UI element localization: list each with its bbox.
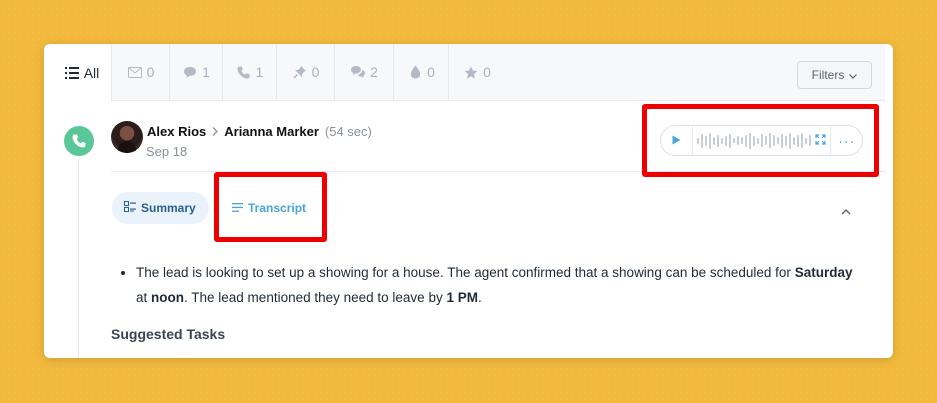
call-date: Sep 18 xyxy=(146,144,188,159)
pin-icon xyxy=(292,64,308,80)
transcript-tab[interactable]: Transcript xyxy=(224,192,324,224)
tab-starred-count: 0 xyxy=(483,64,491,80)
chevron-down-icon xyxy=(844,68,858,82)
play-icon xyxy=(672,132,681,150)
activity-tab-bar: All 0 1 1 0 2 0 0 Filters xyxy=(52,44,885,102)
tab-notes-count: 0 xyxy=(311,64,320,80)
tab-calls[interactable]: 1 xyxy=(223,44,277,101)
call-duration: (54 sec) xyxy=(324,124,372,139)
tab-drips-count: 0 xyxy=(427,64,435,80)
phone-icon xyxy=(236,64,252,80)
phone-icon xyxy=(64,126,94,156)
tab-notes[interactable]: 0 xyxy=(277,44,335,101)
envelope-icon xyxy=(127,64,143,80)
transcript-icon xyxy=(232,201,248,215)
collapse-button[interactable] xyxy=(841,202,851,220)
expand-button[interactable] xyxy=(811,132,831,150)
tab-text-count: 1 xyxy=(202,64,210,80)
tab-conversations-count: 2 xyxy=(370,64,378,80)
expand-icon xyxy=(815,132,826,150)
tab-drips[interactable]: 0 xyxy=(394,44,449,101)
chevron-right-icon xyxy=(212,124,219,139)
tab-all[interactable]: All xyxy=(52,44,112,102)
audio-waveform[interactable] xyxy=(693,126,811,155)
recipient-name[interactable]: Arianna Marker xyxy=(224,124,319,139)
list-icon xyxy=(64,65,80,81)
summary-tab-label: Summary xyxy=(141,201,196,215)
star-icon xyxy=(463,64,479,80)
drop-icon xyxy=(407,64,423,80)
summary-content: The lead is looking to set up a showing … xyxy=(118,260,858,310)
tab-all-label: All xyxy=(83,64,100,81)
ellipsis-icon: ··· xyxy=(838,132,856,149)
tab-conversations[interactable]: 2 xyxy=(335,44,394,101)
divider xyxy=(111,171,885,172)
summary-bullet: The lead is looking to set up a showing … xyxy=(136,260,858,310)
suggested-tasks-heading: Suggested Tasks xyxy=(111,326,226,342)
transcript-tab-label: Transcript xyxy=(248,201,307,215)
tab-email[interactable]: 0 xyxy=(112,44,170,101)
avatar[interactable] xyxy=(111,121,143,153)
play-button[interactable] xyxy=(661,126,693,155)
call-participants: Alex Rios Arianna Marker (54 sec) xyxy=(147,124,372,139)
chat-bubble-icon xyxy=(182,64,198,80)
filters-label: Filters xyxy=(811,68,845,82)
chat-bubbles-icon xyxy=(350,64,366,80)
summary-icon xyxy=(124,201,141,215)
audio-player: ··· xyxy=(660,125,863,156)
filters-button[interactable]: Filters xyxy=(797,61,872,89)
caller-name[interactable]: Alex Rios xyxy=(147,124,206,139)
tab-text[interactable]: 1 xyxy=(170,44,223,101)
tab-calls-count: 1 xyxy=(255,64,264,80)
activity-card: All 0 1 1 0 2 0 0 Filters Alex Rios Aria… xyxy=(44,44,893,358)
more-options-button[interactable]: ··· xyxy=(830,126,862,155)
chevron-up-icon xyxy=(841,202,851,219)
timeline-line xyxy=(78,159,79,358)
summary-tab[interactable]: Summary xyxy=(112,192,209,224)
tab-starred[interactable]: 0 xyxy=(449,44,505,101)
tab-email-count: 0 xyxy=(146,64,155,80)
